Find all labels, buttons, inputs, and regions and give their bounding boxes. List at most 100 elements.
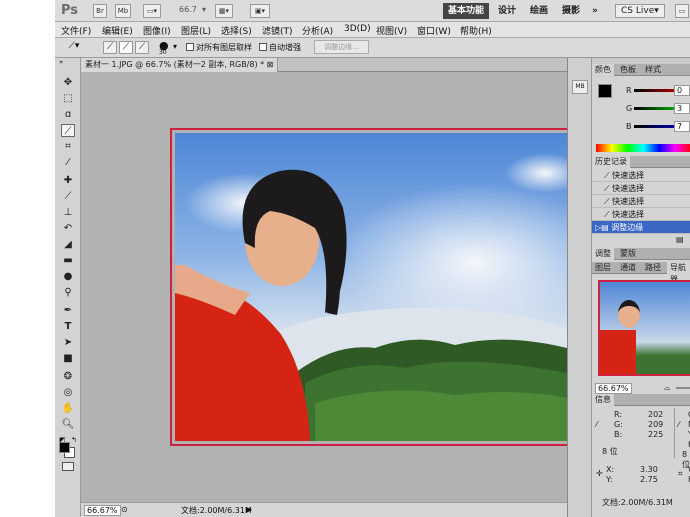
mini-bridge-panel-icon[interactable]: MB — [572, 80, 588, 94]
menu-filter[interactable]: 滤镜(T) — [262, 24, 293, 37]
r-value-field[interactable]: 0 — [674, 85, 690, 96]
menu-help[interactable]: 帮助(H) — [460, 24, 492, 37]
photo-image[interactable] — [175, 133, 567, 441]
menu-bar: 文件(F) 编辑(E) 图像(I) 图层(L) 选择(S) 滤镜(T) 分析(A… — [55, 22, 690, 38]
new-selection-brush-icon[interactable]: ⟋ — [103, 41, 117, 54]
menu-image[interactable]: 图像(I) — [143, 24, 171, 37]
info-eyedropper-icon[interactable]: ⁄ — [596, 420, 597, 429]
tools-panel: » ✥ ⬚ ɑ ⟋ ⌗ ⁄ ✚ ⟋ ⊥ ↶ ◢ ▬ ● ⚲ ✒ T ➤ ■ ❂ … — [55, 58, 81, 517]
brush-tool-icon[interactable]: ⟋ — [61, 190, 75, 203]
lasso-tool-icon[interactable]: ɑ — [61, 108, 75, 121]
menu-view[interactable]: 视图(V) — [376, 24, 407, 37]
document-tab-bar: 素材一 1.JPG @ 66.7% (素材一2 副本, RGB/8) * ⊠ — [81, 58, 567, 72]
tool-preset-picker[interactable]: ⟋▾ — [61, 41, 87, 54]
quick-selection-tool-icon[interactable]: ⟋ — [61, 124, 75, 137]
bridge-button[interactable]: Br — [93, 4, 107, 18]
hand-tool-icon[interactable]: ✋ — [61, 402, 75, 415]
status-zoom-field[interactable]: 66.67% — [84, 505, 121, 516]
color-spectrum-ramp[interactable] — [596, 144, 690, 152]
3d-orbit-tool-icon[interactable]: ◎ — [61, 386, 75, 399]
tab-masks[interactable]: 蒙版 — [617, 248, 639, 260]
subtract-selection-brush-icon[interactable]: ⟋ — [135, 41, 149, 54]
menu-layer[interactable]: 图层(L) — [181, 24, 211, 37]
tab-layers[interactable]: 图层 — [592, 262, 614, 274]
document-tab[interactable]: 素材一 1.JPG @ 66.7% (素材一2 副本, RGB/8) * ⊠ — [81, 58, 279, 72]
workspace-painting[interactable]: 绘画 — [525, 3, 553, 19]
navigator-thumbnail[interactable] — [598, 280, 690, 376]
info-y-label-2: Y: — [606, 475, 613, 484]
workspace-photography[interactable]: 摄影 — [557, 3, 585, 19]
b-value-field[interactable]: 7 — [674, 121, 690, 132]
marquee-tool-icon[interactable]: ⬚ — [61, 92, 75, 105]
g-value-field[interactable]: 3 — [674, 103, 690, 114]
pen-tool-icon[interactable]: ✒ — [61, 304, 75, 317]
tab-adjustments[interactable]: 调整 — [592, 248, 614, 260]
toolbox-collapse-icon[interactable]: » — [59, 58, 63, 66]
tab-history[interactable]: 历史记录 — [592, 156, 630, 168]
workspace-more[interactable]: » — [587, 3, 603, 19]
color-foreground-swatch[interactable] — [598, 84, 612, 98]
screen-mode-button[interactable]: ▣▾ — [250, 4, 270, 18]
refine-edge-button[interactable]: 调整边缘... — [314, 40, 369, 54]
type-tool-icon[interactable]: T — [61, 320, 75, 333]
workspace-essentials[interactable]: 基本功能 — [443, 3, 490, 19]
options-bar: ⟋▾ ⟋ ⟋ ⟋ ● 30 ▾ 对所有图层取样 自动增强 调整边缘... — [55, 38, 690, 58]
history-new-snapshot-icon[interactable]: ▤ — [676, 235, 684, 244]
status-menu-arrow-icon[interactable]: ▶ — [246, 505, 252, 514]
menu-edit[interactable]: 编辑(E) — [102, 24, 133, 37]
blur-tool-icon[interactable]: ● — [61, 270, 75, 283]
quick-mask-icon[interactable] — [62, 462, 74, 471]
menu-select[interactable]: 选择(S) — [221, 24, 252, 37]
gradient-tool-icon[interactable]: ▬ — [61, 254, 75, 267]
tab-navigator[interactable]: 导航器 — [667, 262, 690, 284]
tab-info[interactable]: 信息 — [592, 394, 614, 406]
crop-tool-icon[interactable]: ⌗ — [61, 140, 75, 153]
move-tool-icon[interactable]: ✥ — [61, 76, 75, 89]
cs-live-button[interactable]: CS Live▾ — [615, 4, 665, 18]
eyedropper-tool-icon[interactable]: ⁄ — [61, 156, 75, 169]
history-item[interactable]: ⟋ 快速选择 — [592, 169, 690, 182]
minimize-button[interactable]: ▭ — [675, 4, 689, 18]
mini-bridge-button[interactable]: Mb — [115, 4, 131, 18]
status-doc-size: 文档:2.00M/6.31M — [181, 506, 252, 515]
add-selection-brush-icon[interactable]: ⟋ — [119, 41, 133, 54]
path-selection-tool-icon[interactable]: ➤ — [61, 336, 75, 349]
history-item[interactable]: ⟋ 快速选择 — [592, 208, 690, 221]
workspace-design[interactable]: 设计 — [493, 3, 521, 19]
history-item[interactable]: ⟋ 快速选择 — [592, 195, 690, 208]
brush-picker-arrow-icon[interactable]: ▾ — [173, 42, 177, 51]
healing-brush-tool-icon[interactable]: ✚ — [61, 174, 75, 187]
status-info-icon[interactable]: ⊙ — [121, 505, 128, 514]
info-b-value: 225 — [648, 430, 664, 439]
menu-window[interactable]: 窗口(W) — [417, 24, 451, 37]
tab-swatches[interactable]: 色板 — [617, 64, 639, 76]
info-cmyk-eyedropper-icon[interactable]: ⁄ — [678, 420, 679, 429]
history-brush-tool-icon[interactable]: ↶ — [61, 222, 75, 235]
tab-styles[interactable]: 样式 — [642, 64, 664, 76]
zoom-tool-icon[interactable]: 🔍︎ — [61, 418, 75, 431]
tab-color[interactable]: 颜色 — [592, 64, 614, 76]
menu-3d[interactable]: 3D(D) — [344, 24, 371, 34]
tab-channels[interactable]: 通道 — [617, 262, 639, 274]
navigator-zoom-slider[interactable] — [676, 387, 690, 389]
clone-stamp-tool-icon[interactable]: ⊥ — [61, 206, 75, 219]
sample-all-layers-checkbox[interactable] — [186, 43, 194, 51]
menu-analysis[interactable]: 分析(A) — [302, 24, 333, 37]
foreground-color-swatch[interactable] — [59, 442, 70, 453]
auto-enhance-checkbox[interactable] — [259, 43, 267, 51]
navigator-zoom-field[interactable]: 66.67% — [595, 383, 632, 394]
zoom-level-field[interactable]: 66.7 — [179, 5, 197, 14]
rectangle-tool-icon[interactable]: ■ — [61, 352, 75, 365]
history-item-selected[interactable]: ▷▤ 调整边缘 — [592, 221, 690, 234]
zoom-dropdown-icon[interactable]: ▾ — [202, 5, 206, 14]
3d-rotate-tool-icon[interactable]: ❂ — [61, 370, 75, 383]
tab-paths[interactable]: 路径 — [642, 262, 664, 274]
menu-file[interactable]: 文件(F) — [61, 24, 91, 37]
view-extras-button[interactable]: ▭▾ — [143, 4, 161, 18]
history-item[interactable]: ⟋ 快速选择 — [592, 182, 690, 195]
navigator-zoom-out-icon[interactable]: ⌓ — [664, 383, 670, 393]
dodge-tool-icon[interactable]: ⚲ — [61, 286, 75, 299]
arrange-documents-button[interactable]: ▦▾ — [215, 4, 233, 18]
eraser-tool-icon[interactable]: ◢ — [61, 238, 75, 251]
swap-colors-icon[interactable]: ↰ — [71, 436, 77, 444]
